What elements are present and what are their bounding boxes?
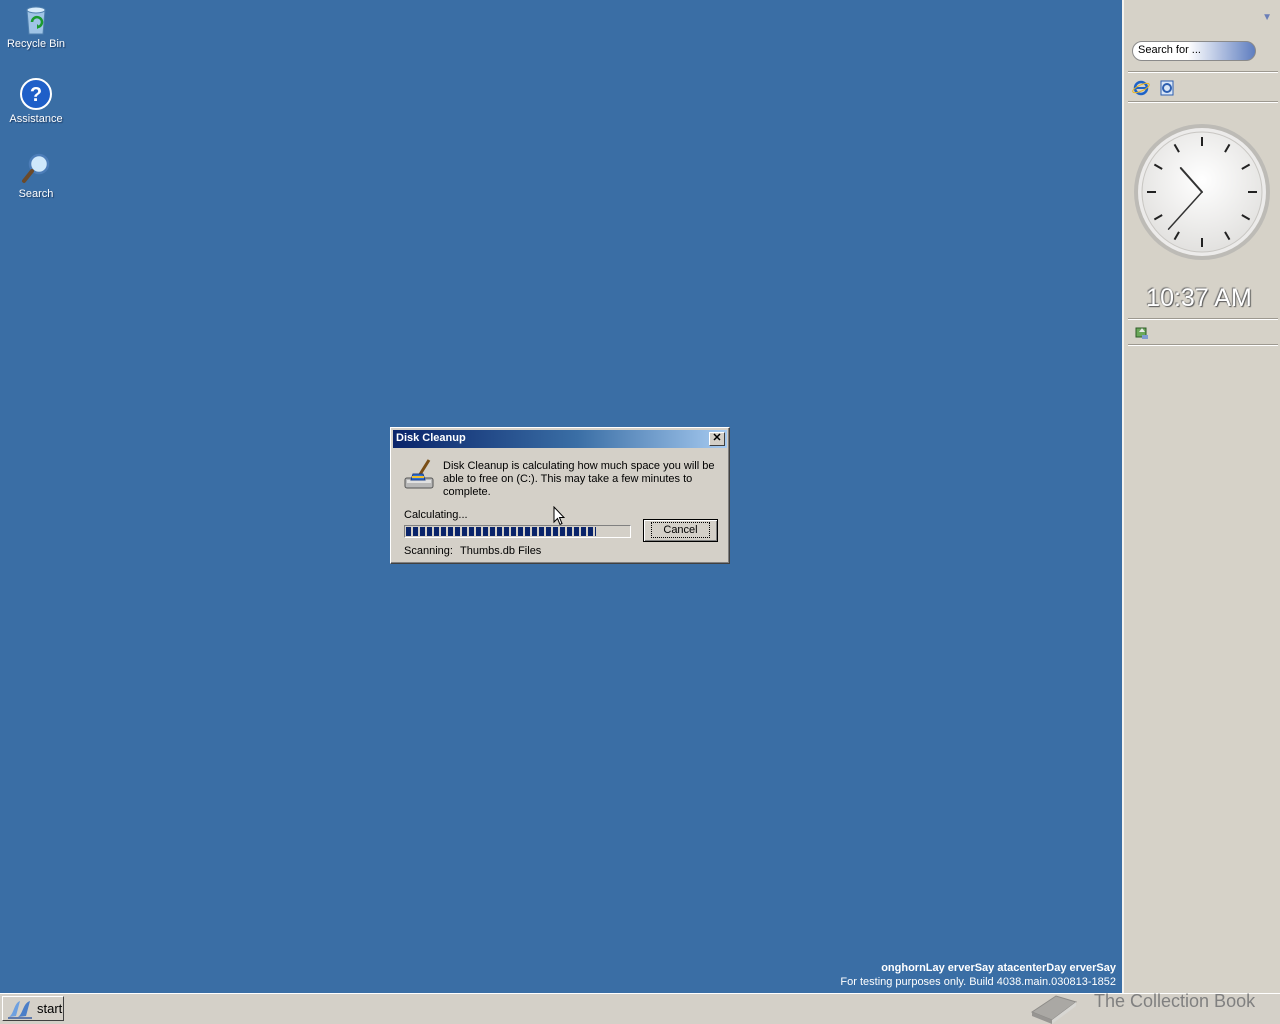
dialog-title-bar[interactable]: Disk Cleanup ✕ (393, 430, 727, 448)
cancel-button-label: Cancel (651, 522, 710, 538)
internet-explorer-icon[interactable] (1132, 79, 1150, 97)
desktop-icon-label: Assistance (9, 113, 63, 125)
sidebar-menu-arrow-icon[interactable]: ▼ (1262, 12, 1272, 23)
dialog-message: Disk Cleanup is calculating how much spa… (443, 460, 715, 498)
cancel-button[interactable]: Cancel (643, 519, 718, 542)
desktop-icon-recycle-bin[interactable]: Recycle Bin (0, 2, 72, 50)
sidebar: ▼ Search for ... 10:37 AM (1122, 0, 1280, 993)
help-icon: ? (20, 78, 52, 110)
taskbar: start The Collection Book (0, 991, 1280, 1024)
dialog-title: Disk Cleanup (396, 432, 466, 444)
disk-cleanup-icon (404, 459, 434, 489)
sidebar-divider (1128, 71, 1278, 73)
desktop-icon-search[interactable]: Search (0, 152, 72, 200)
desktop-icon-label: Recycle Bin (6, 38, 66, 50)
close-icon: ✕ (712, 432, 722, 444)
close-button[interactable]: ✕ (709, 432, 725, 446)
search-icon (22, 153, 50, 183)
svg-text:?: ? (30, 84, 42, 106)
analog-clock (1134, 124, 1270, 260)
book-logo-icon (1030, 995, 1078, 1024)
sidebar-search-input[interactable]: Search for ... (1132, 41, 1256, 61)
start-button-label: start (37, 1001, 63, 1016)
slideshow-tile-icon[interactable] (1134, 325, 1150, 341)
windows-logo-icon (8, 1001, 32, 1019)
status-text: Calculating... (404, 509, 468, 521)
start-button[interactable]: start (2, 996, 64, 1021)
disk-cleanup-dialog: Disk Cleanup ✕ Disk Cleanup is calculati… (390, 427, 730, 564)
sidebar-divider (1128, 101, 1278, 103)
watermark-product-line: onghornLay erverSay atacenterDay erverSa… (881, 962, 1116, 974)
clock-time: 10:37 AM (1146, 284, 1252, 312)
scanning-value: Thumbs.db Files (460, 545, 542, 557)
desktop-icon-assistance[interactable]: ? Assistance (0, 77, 72, 125)
sidebar-divider (1128, 318, 1278, 320)
outlook-express-icon[interactable] (1158, 79, 1176, 97)
mouse-cursor-icon (553, 506, 565, 526)
scanning-label: Scanning: (404, 545, 453, 557)
desktop-icon-label: Search (18, 188, 54, 200)
sidebar-divider (1128, 344, 1278, 346)
progress-fill (406, 527, 596, 536)
recycle-bin-icon (26, 6, 46, 35)
progress-bar (404, 525, 631, 538)
brand-watermark: The Collection Book (1094, 991, 1256, 1011)
